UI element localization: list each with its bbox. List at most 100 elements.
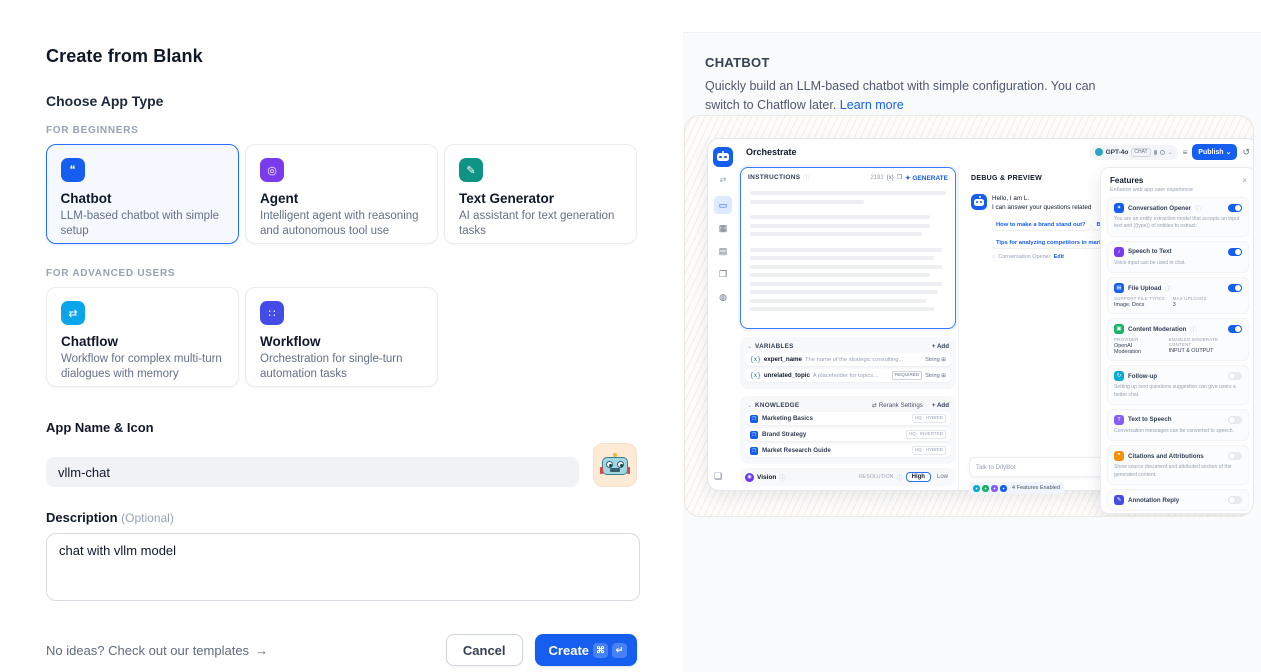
vision-eye-icon (1160, 150, 1165, 155)
required-badge: REQUIRED (892, 371, 922, 380)
learn-more-link[interactable]: Learn more (840, 98, 904, 112)
dify-bot-logo-icon (713, 147, 733, 167)
feature-meta-col: PROVIDEROpenAI Moderation (1114, 337, 1161, 355)
suggestion-chip: How to make a brand stand out? (992, 220, 1090, 230)
feature-meta: PROVIDEROpenAI Moderation ENABLED MODERAT… (1114, 337, 1242, 355)
feature-name: Follow-up (1128, 373, 1157, 380)
knowledge-index-badge: HQ · HYBRID (912, 446, 946, 455)
beginner-app-type-cards: ❝ChatbotLLM-based chatbot with simple se… (46, 144, 637, 244)
follow-up-icon: ↻ (1114, 371, 1124, 381)
info-icon: ⓘ (803, 173, 809, 182)
feature-meta-col: SUPPORT FILE TYPESImage, Docs (1114, 296, 1165, 308)
knowledge-name: Market Research Guide (762, 447, 908, 454)
variable-braces-icon: {x} (750, 372, 761, 379)
copy-icon: ❐ (897, 174, 902, 181)
feature-description: You are an entity extraction model that … (1114, 216, 1242, 231)
skeleton-line (750, 248, 942, 252)
preview-top-strip (683, 0, 1261, 33)
app-type-preview-panel: CHATBOT Quickly build an LLM-based chatb… (683, 0, 1261, 672)
variable-name: expert_name (764, 356, 802, 363)
features-enabled-label: 4 Features Enabled (1012, 485, 1060, 491)
knowledge-doc-icon: ❐ (750, 447, 758, 455)
resolution-high-option: High (906, 472, 931, 482)
notes-icon: ❐ (714, 265, 732, 283)
document-icon: ▤ (714, 242, 732, 260)
app-type-card-chatflow[interactable]: ⇄ChatflowWorkflow for complex multi-turn… (46, 287, 239, 387)
feature-item-text-to-speech: TText to SpeechConversation messages can… (1107, 409, 1249, 441)
feature-name: File Upload (1128, 285, 1161, 292)
app-type-card-chatbot[interactable]: ❝ChatbotLLM-based chatbot with simple se… (46, 144, 239, 244)
chevron-down-icon: ⌄ (747, 343, 752, 350)
knowledge-name: Marketing Basics (762, 415, 908, 422)
feature-description: Show source document and attributed sect… (1114, 464, 1242, 479)
for-advanced-users-label: FOR ADVANCED USERS (46, 268, 637, 279)
app-type-card-workflow[interactable]: ∷WorkflowOrchestration for single-turn a… (245, 287, 438, 387)
feature-toggle (1228, 452, 1242, 460)
publish-button: Publish ⌄ (1192, 144, 1237, 160)
feature-meta-value: OpenAI Moderation (1114, 343, 1161, 355)
create-button[interactable]: Create ⌘ ↵ (535, 634, 637, 666)
enter-key-icon: ↵ (612, 643, 627, 658)
info-icon: ⓘ (897, 473, 903, 482)
app-type-description: LLM-based chatbot with simple setup (61, 209, 225, 239)
knowledge-doc-icon: ❐ (750, 431, 758, 439)
info-icon: ⓘ (1195, 204, 1201, 213)
feature-meta-col: MAX UPLOADS3 (1173, 296, 1207, 308)
knowledge-name: Brand Strategy (762, 431, 902, 438)
variable-braces-icon: {x} (750, 356, 761, 363)
conversation-opener-label: Conversation Opener (998, 254, 1050, 260)
feature-description: Voice input can be used in chat. (1114, 260, 1242, 267)
feature-dot-icon: ✦ (982, 485, 989, 492)
feature-meta-label: SUPPORT FILE TYPES (1114, 296, 1165, 301)
features-enabled-strip: ✦✦✦✦ 4 Features Enabled (969, 482, 1064, 494)
conversation-opener-icon: ✦ (1114, 203, 1124, 213)
app-type-description: AI assistant for text generation tasks (459, 209, 622, 239)
feature-toggle (1228, 372, 1242, 380)
tune-icon: ≡ (1183, 148, 1188, 157)
bot-avatar (971, 194, 987, 210)
dialog-footer: No ideas? Check out our templates → Canc… (46, 634, 637, 666)
opener-gear-icon: ◌ (992, 254, 995, 260)
image-icon: ▦ (714, 219, 732, 237)
app-name-row (46, 443, 637, 487)
feature-name: Citations and Attributions (1128, 453, 1204, 460)
app-name-input[interactable] (46, 457, 579, 487)
knowledge-doc-icon: ❐ (750, 415, 758, 423)
feature-meta-label: ENABLED MODERATE CONTENT (1169, 337, 1242, 347)
skeleton-line (750, 290, 938, 294)
app-icon-button[interactable] (593, 443, 637, 487)
chat-input: Talk to DifyBot (969, 457, 1107, 477)
features-subtitle: Enhance web app user experience (1110, 187, 1246, 193)
arrow-right-icon: → (255, 643, 268, 658)
variables-label: VARIABLES (755, 343, 794, 350)
file-upload-icon: ▤ (1114, 283, 1124, 293)
templates-link[interactable]: No ideas? Check out our templates → (46, 643, 268, 658)
vision-section: ◉ Vision ⓘ RESOLUTION ⓘ High Low (740, 468, 956, 486)
app-type-title: Text Generator (459, 191, 622, 206)
cancel-button[interactable]: Cancel (446, 634, 523, 666)
variable-name: unrelated_topic (764, 372, 810, 379)
instructions-label: INSTRUCTIONS (748, 174, 800, 181)
robot-emoji-icon (602, 453, 628, 477)
settings-square-icon: ❏ (714, 471, 722, 482)
speech-to-text-icon: ♪ (1114, 247, 1124, 257)
variable-type-badge: String ⊞ (925, 357, 946, 363)
info-icon: ⓘ (1165, 284, 1171, 293)
knowledge-index-badge: HQ · HYBRID (912, 414, 946, 423)
description-input[interactable]: chat with vllm model (46, 533, 640, 601)
app-type-card-agent[interactable]: ◎AgentIntelligent agent with reasoning a… (245, 144, 438, 244)
model-selector: GPT-4o CHAT ⌄ (1090, 145, 1178, 160)
features-title: Features (1110, 176, 1246, 185)
skeleton-line (750, 256, 934, 260)
feature-description: Setting up next questions suggestion can… (1114, 384, 1242, 399)
chatflow-icon: ⇄ (61, 301, 85, 325)
app-type-card-text-generator[interactable]: ✎Text GeneratorAI assistant for text gen… (444, 144, 637, 244)
chatbot-icon: ❝ (61, 158, 85, 182)
knowledge-label: KNOWLEDGE (755, 402, 799, 409)
edit-opener-button: Edit (1054, 254, 1064, 260)
app-type-description: Orchestration for single-turn automation… (260, 352, 423, 382)
for-beginners-label: FOR BEGINNERS (46, 125, 637, 136)
feature-item-annotation-reply: ✎Annotation Reply (1107, 489, 1249, 511)
app-name-label: App Name & Icon (46, 420, 637, 435)
skeleton-line (750, 282, 942, 286)
